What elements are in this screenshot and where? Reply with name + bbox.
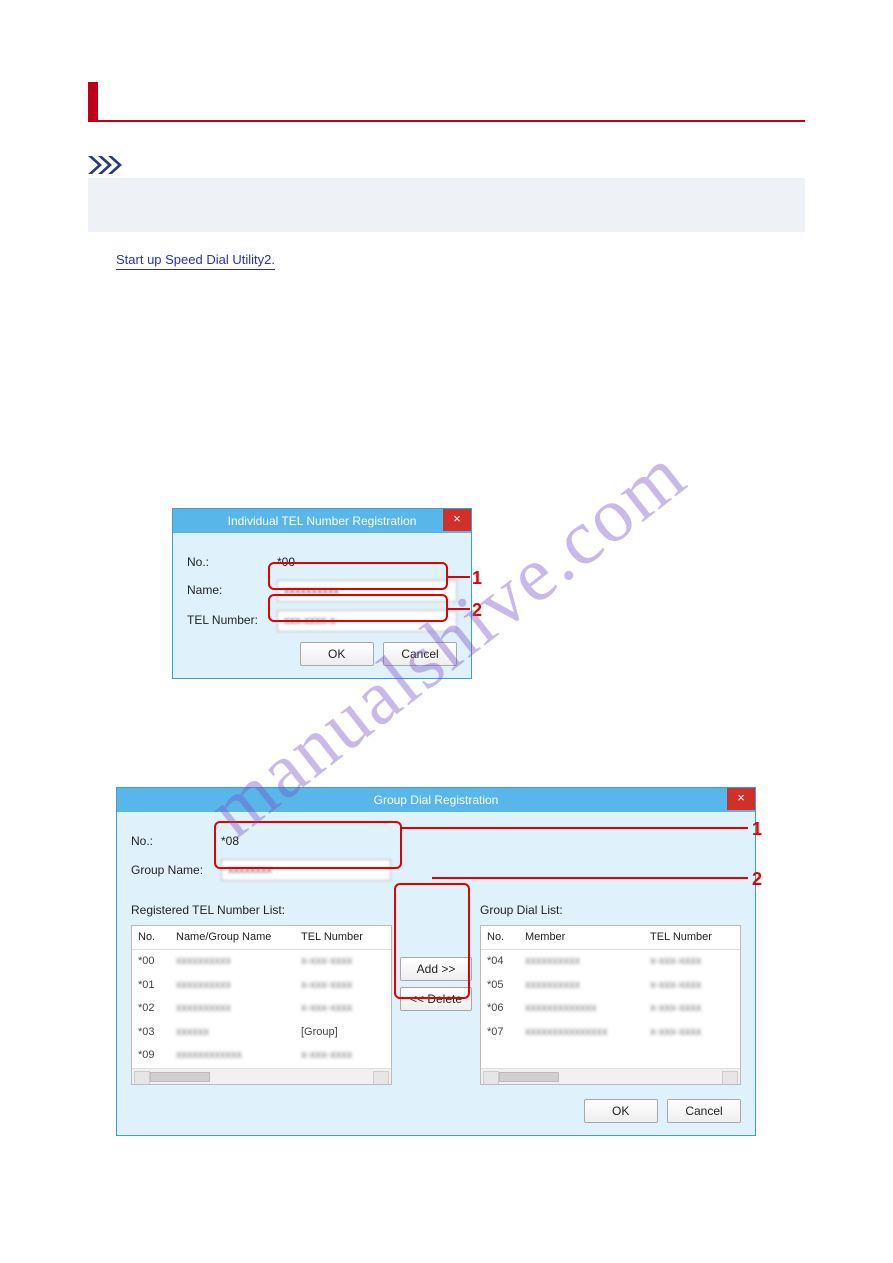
page-title-bar: Registering a Fax/telephone Number Using… — [88, 82, 805, 122]
individual-dialog-title-text: Individual TEL Number Registration — [228, 514, 417, 528]
scrollbar-x[interactable] — [132, 1068, 391, 1083]
indiv-sub1: Enter the name. — [130, 704, 223, 719]
step3-after: The list of registered fax/telephone num… — [116, 348, 805, 369]
callout-num-1: 1 — [472, 564, 482, 593]
col-tel: TEL Number — [301, 929, 385, 947]
note-arrows-icon — [88, 156, 132, 174]
delete-button[interactable]: << Delete — [400, 987, 472, 1011]
col-no: No. — [138, 929, 176, 947]
callout-num-g1: 1 — [752, 815, 762, 844]
bullet-group: If Register group dial is selected: — [124, 762, 313, 777]
list-item[interactable]: *06xxxxxxxxxxxxxx-xxx-xxxx — [481, 997, 740, 1021]
step2: Select a printer from Printer Name: list… — [88, 285, 805, 306]
name-input[interactable]: xxxxxxxxxx — [277, 580, 457, 602]
step3: Click TEL Number Registration from Setti… — [116, 322, 427, 337]
tel-label: TEL Number: — [187, 611, 277, 630]
individual-dialog: Individual TEL Number Registration × No.… — [172, 508, 472, 679]
list-item[interactable]: *01xxxxxxxxxxx-xxx-xxxx — [132, 974, 391, 998]
steps-list: Start up Speed Dial Utility2. Select a p… — [88, 250, 805, 1136]
col-tel: TEL Number — [650, 929, 734, 947]
step5: Click Register individual TEL number or … — [116, 449, 588, 464]
step1-link[interactable]: Start up Speed Dial Utility2. — [116, 252, 275, 270]
step4: Select an unoccupied code from list, and… — [116, 385, 448, 400]
group-dial-list[interactable]: No. Member TEL Number *04xxxxxxxxxxx-xxx… — [480, 925, 741, 1085]
col-namegroup: Name/Group Name — [176, 929, 301, 947]
group-no-label: No.: — [131, 832, 221, 851]
close-icon[interactable]: × — [727, 788, 755, 810]
list-item[interactable]: *05xxxxxxxxxxx-xxx-xxxx — [481, 974, 740, 998]
group-no-value: *08 — [221, 832, 239, 851]
groupname-input[interactable]: xxxxxxxx — [221, 859, 391, 881]
col-no: No. — [487, 929, 525, 947]
list-item[interactable]: *02xxxxxxxxxxx-xxx-xxxx — [132, 997, 391, 1021]
group-dialog-title-text: Group Dial Registration — [374, 793, 499, 807]
no-value: *00 — [277, 553, 295, 572]
list-item[interactable]: *04xxxxxxxxxxx-xxx-xxxx — [481, 950, 740, 974]
cancel-button[interactable]: Cancel — [667, 1099, 741, 1123]
ok-button[interactable]: OK — [584, 1099, 658, 1123]
scrollbar-x[interactable] — [481, 1068, 740, 1084]
groupname-label: Group Name: — [131, 861, 221, 880]
cancel-button[interactable]: Cancel — [383, 642, 457, 666]
group-dialog: Group Dial Registration × No.: *08 Group… — [116, 787, 756, 1135]
bullet-individual: If Register individual TEL number is sel… — [124, 483, 384, 498]
list-item[interactable]: *00xxxxxxxxxxx-xxx-xxxx — [132, 950, 391, 974]
name-label: Name: — [187, 581, 277, 600]
note-body: Before registering fax/telephone numbers… — [88, 178, 805, 232]
col-member: Member — [525, 929, 650, 947]
note-text: Before registering fax/telephone numbers… — [122, 190, 789, 220]
page-number: 856 — [849, 1162, 869, 1176]
indiv-sub2: Enter the fax/telephone number. — [130, 726, 315, 741]
list-item[interactable]: *07xxxxxxxxxxxxxxxx-xxx-xxxx — [481, 1021, 740, 1045]
group-dialog-title: Group Dial Registration × — [117, 788, 755, 812]
list-item[interactable]: *09xxxxxxxxxxxxx-xxx-xxxx — [132, 1044, 391, 1068]
page-title: Registering a Fax/telephone Number Using… — [114, 86, 722, 112]
close-icon[interactable]: × — [443, 509, 471, 531]
individual-dialog-title: Individual TEL Number Registration × — [173, 509, 471, 533]
registered-list[interactable]: No. Name/Group Name TEL Number *00xxxxxx… — [131, 925, 392, 1085]
list-item[interactable]: *03xxxxxx[Group] — [132, 1021, 391, 1045]
note-block: Note Before registering fax/telephone nu… — [88, 156, 805, 232]
left-list-label: Registered TEL Number List: — [131, 901, 392, 920]
callout-num-2: 2 — [472, 596, 482, 625]
step4-after: The Individual or Group Selection dialog… — [116, 412, 805, 433]
add-button[interactable]: Add >> — [400, 957, 472, 981]
no-label: No.: — [187, 553, 277, 572]
callout-num-g2: 2 — [752, 865, 762, 894]
right-list-label: Group Dial List: — [480, 901, 741, 920]
ok-button[interactable]: OK — [300, 642, 374, 666]
note-label: Note — [142, 157, 173, 173]
tel-input[interactable]: xxx-xxxx-x — [277, 610, 457, 632]
